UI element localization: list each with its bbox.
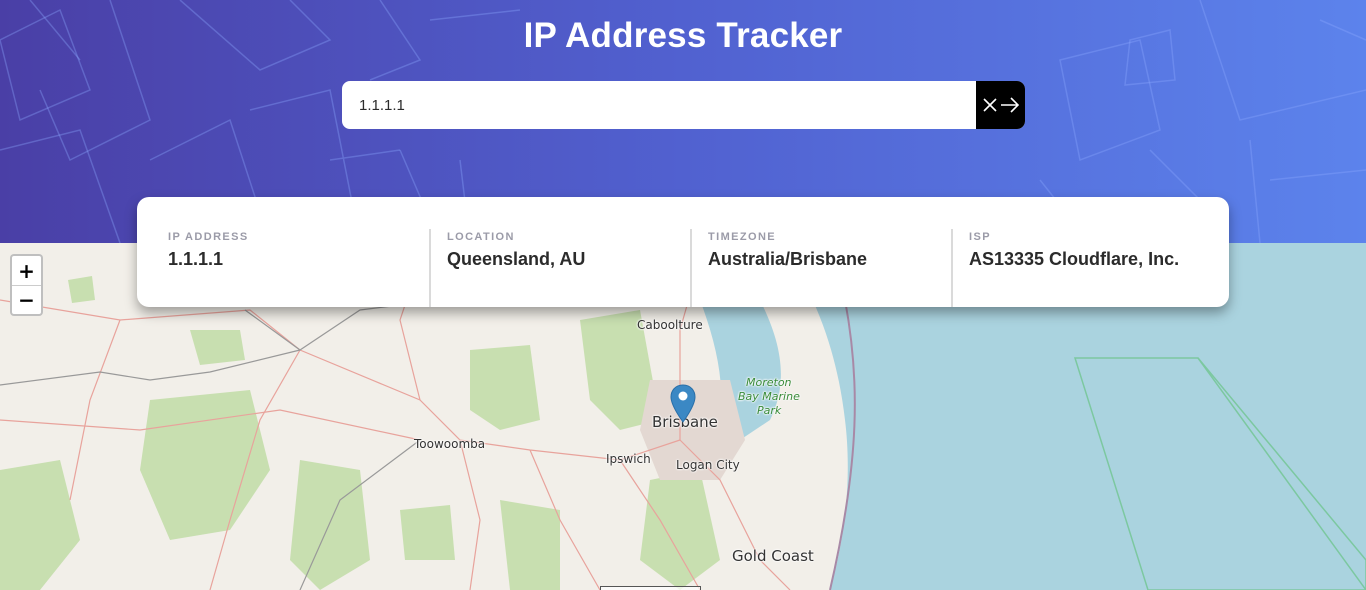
info-location: LOCATION Queensland, AU — [429, 229, 690, 307]
page-title: IP Address Tracker — [523, 16, 843, 55]
search-bar — [342, 81, 1025, 129]
location-marker-icon[interactable] — [670, 384, 696, 429]
info-label: IP ADDRESS — [168, 231, 249, 243]
map-label-caboolture: Caboolture — [637, 318, 703, 332]
zoom-out-button[interactable]: − — [12, 285, 41, 314]
info-label: LOCATION — [447, 231, 515, 243]
map-label-ipswich: Ipswich — [606, 452, 651, 466]
map-scale-bar — [600, 586, 701, 590]
info-ip-address: IP ADDRESS 1.1.1.1 — [168, 229, 429, 307]
info-value: AS13335 Cloudflare, Inc. — [969, 249, 1180, 269]
map-label-toowoomba: Toowoomba — [414, 437, 486, 451]
info-value: Queensland, AU — [447, 249, 586, 269]
info-timezone: TIMEZONE Australia/Brisbane — [690, 229, 951, 307]
ip-search-input[interactable] — [342, 81, 976, 129]
map-label-moreton-1: Moreton — [746, 376, 792, 389]
map-label-gold-coast: Gold Coast — [732, 547, 814, 565]
info-label: ISP — [969, 231, 991, 243]
search-submit-button[interactable] — [976, 81, 1025, 129]
map-zoom-control: + − — [10, 254, 43, 316]
info-label: TIMEZONE — [708, 231, 777, 243]
arrow-right-icon[interactable] — [1000, 97, 1020, 113]
ip-info-card: IP ADDRESS 1.1.1.1 LOCATION Queensland, … — [137, 197, 1229, 307]
info-value: 1.1.1.1 — [168, 249, 224, 269]
map-label-moreton-2: Bay Marine — [738, 390, 800, 403]
map-label-logan-city: Logan City — [676, 458, 740, 472]
close-icon[interactable] — [982, 97, 998, 113]
map-label-moreton-3: Park — [757, 404, 782, 417]
info-value: Australia/Brisbane — [708, 249, 868, 269]
zoom-in-button[interactable]: + — [12, 256, 41, 285]
info-isp: ISP AS13335 Cloudflare, Inc. — [951, 229, 1212, 307]
